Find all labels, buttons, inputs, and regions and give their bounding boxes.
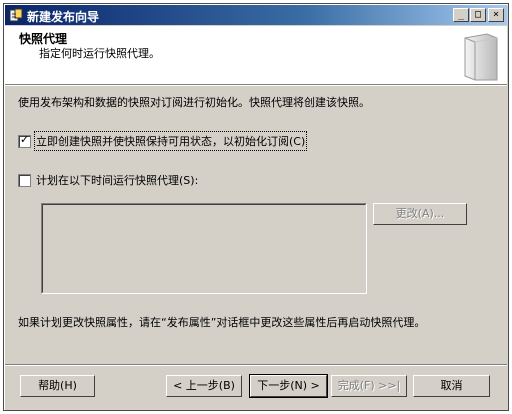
footer-divider	[5, 364, 507, 366]
close-button[interactable]: ×	[488, 8, 504, 22]
back-button[interactable]: < 上一步(B)	[166, 375, 242, 397]
header-divider	[5, 84, 507, 86]
change-schedule-button[interactable]: 更改(A)...	[373, 203, 467, 225]
next-button[interactable]: 下一步(N) >	[249, 374, 328, 398]
checkmark-icon: ✓	[20, 132, 30, 146]
immediate-snapshot-option[interactable]: ✓ 立即创建快照并使快照保持可用状态，以初始化订阅(C)	[18, 131, 308, 151]
title-bar[interactable]: 新建发布向导 _ □ ×	[5, 5, 507, 25]
maximize-button[interactable]: □	[470, 8, 486, 22]
note-text: 如果计划更改快照属性，请在“发布属性”对话框中更改这些属性后再启动快照代理。	[18, 316, 426, 329]
schedule-label[interactable]: 计划在以下时间运行快照代理(S):	[36, 172, 198, 188]
minimize-button[interactable]: _	[453, 8, 469, 22]
schedule-option[interactable]: 计划在以下时间运行快照代理(S):	[18, 172, 198, 188]
schedule-description-box	[41, 203, 367, 294]
window-title: 新建发布向导	[27, 10, 100, 24]
wizard-app-icon	[9, 8, 23, 22]
schedule-checkbox[interactable]	[18, 173, 31, 187]
help-button[interactable]: 帮助(H)	[20, 375, 95, 397]
immediate-snapshot-label[interactable]: 立即创建快照并使快照保持可用状态，以初始化订阅(C)	[33, 131, 308, 151]
book-binder-icon	[464, 33, 498, 81]
immediate-snapshot-checkbox[interactable]: ✓	[18, 132, 31, 148]
cancel-button[interactable]: 取消	[413, 375, 490, 397]
wizard-header: 快照代理 指定何时运行快照代理。	[5, 26, 507, 84]
intro-text: 使用发布架构和数据的快照对订阅进行初始化。快照代理将创建该快照。	[18, 96, 370, 109]
page-subtitle: 指定何时运行快照代理。	[39, 47, 160, 60]
finish-button[interactable]: 完成(F) >>|	[331, 375, 407, 397]
wizard-window: 新建发布向导 _ □ × 快照代理 指定何时运行快照代理。 使用发布架构和数据的…	[3, 3, 509, 411]
